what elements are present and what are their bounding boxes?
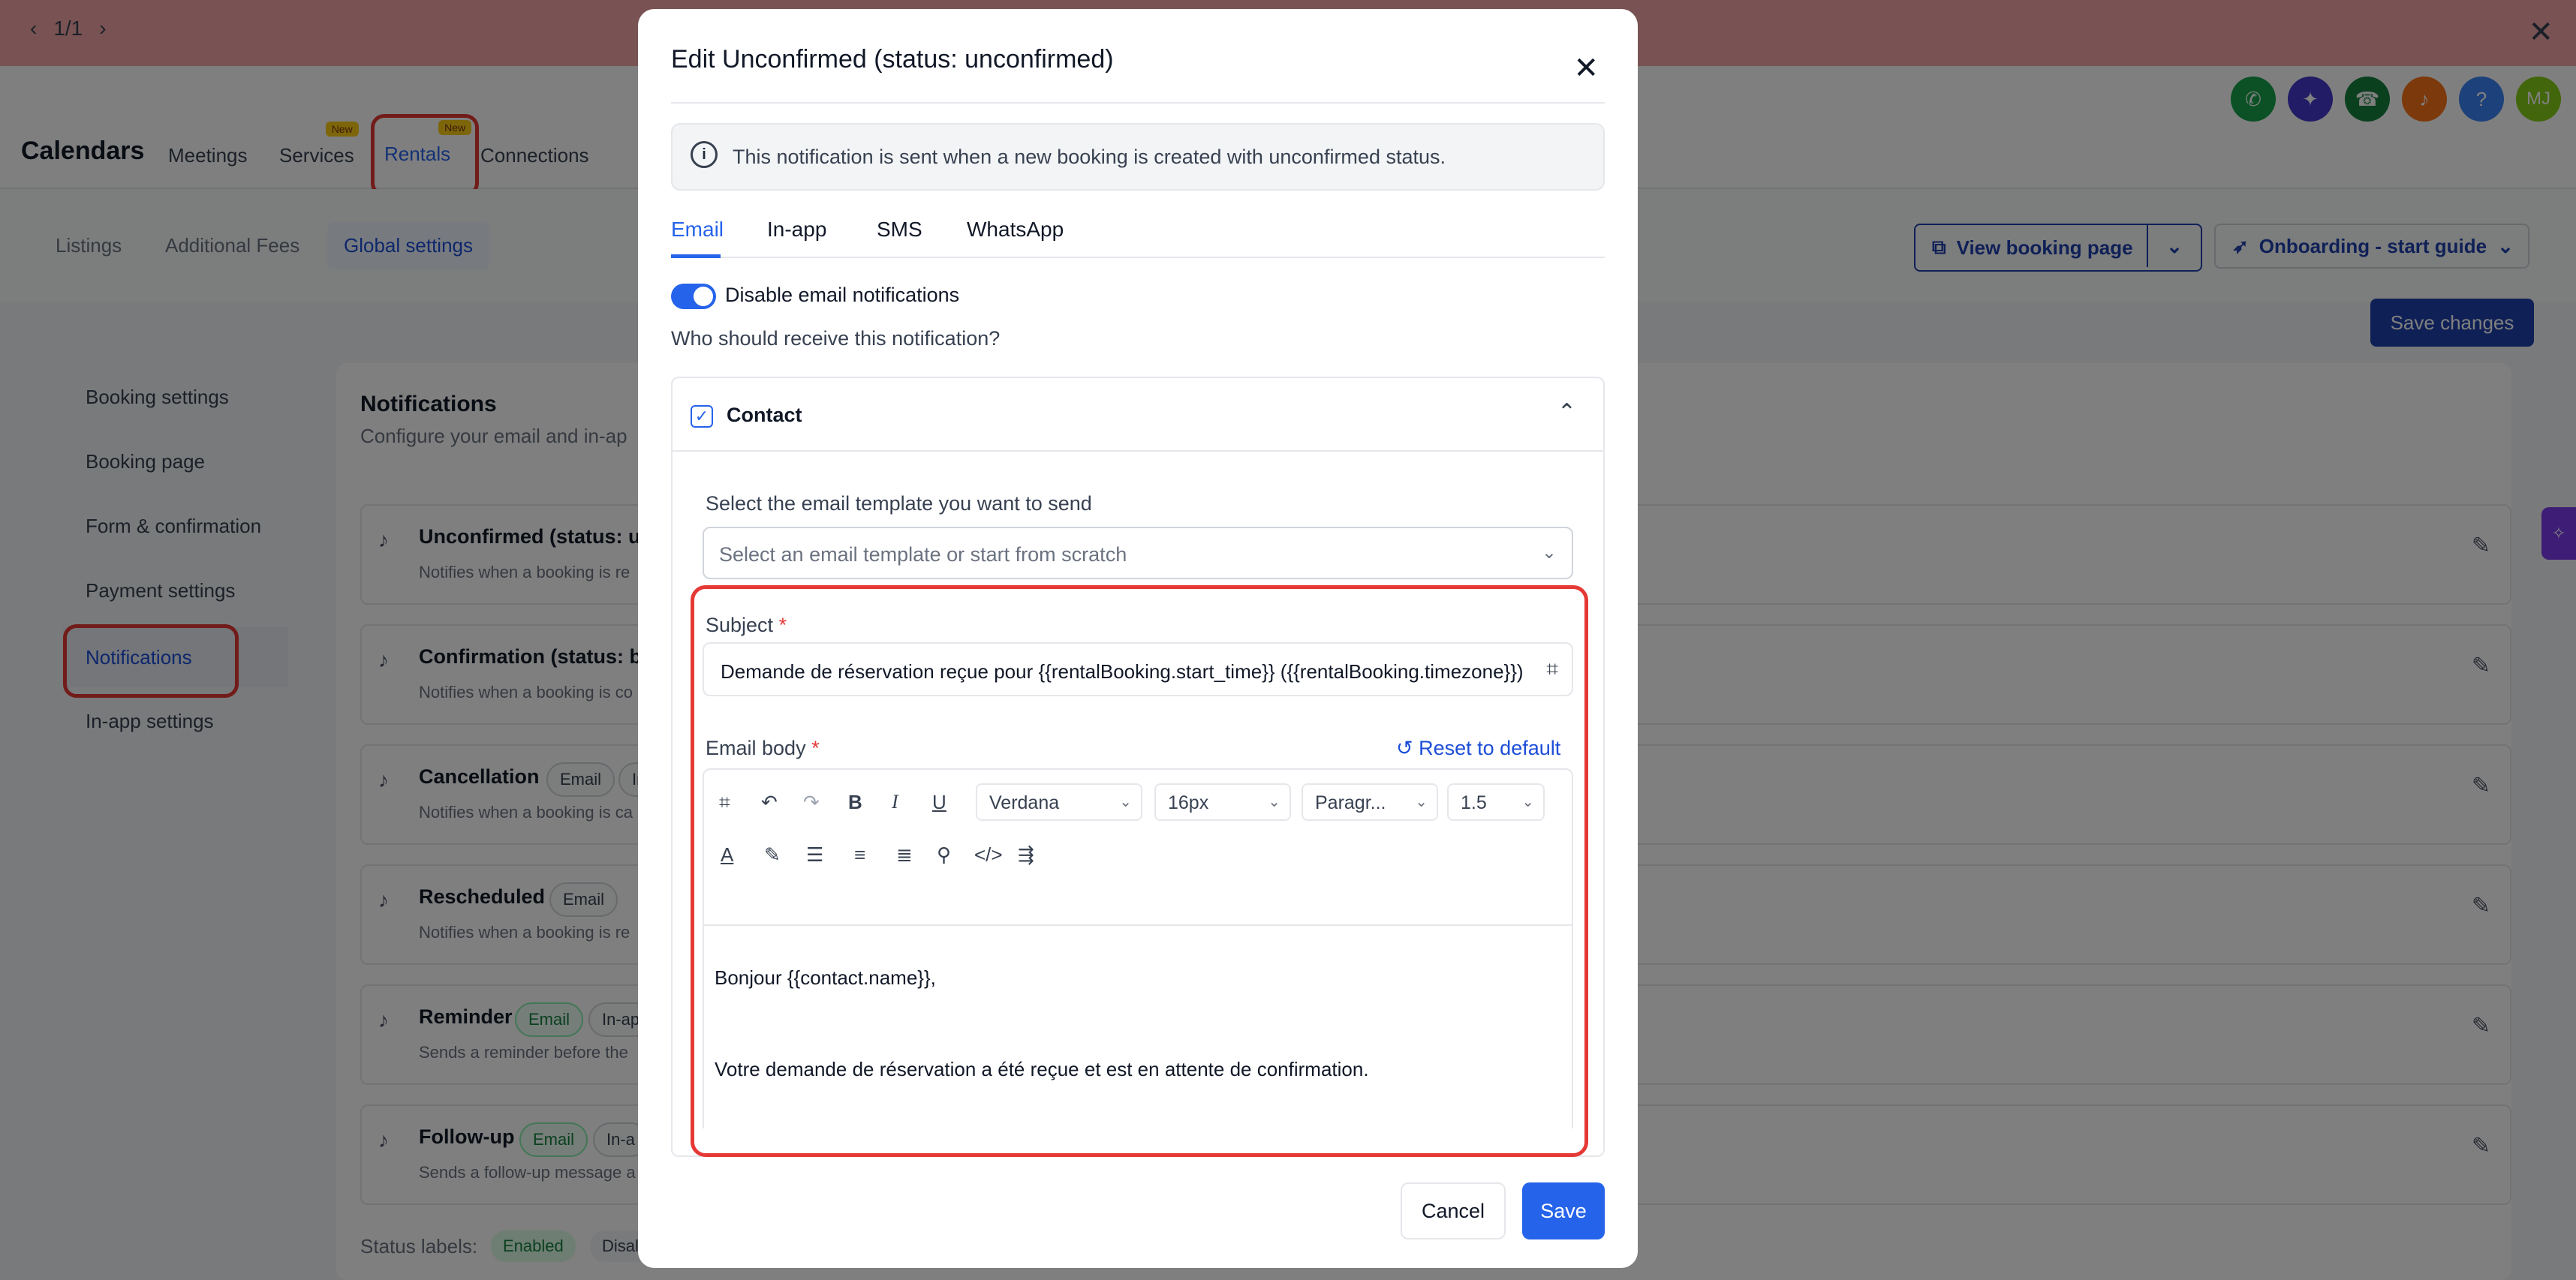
info-banner: i This notification is sent when a new b… [671,123,1605,191]
undo-icon[interactable]: ↶ [761,791,778,814]
reset-icon: ↺ [1396,737,1419,759]
contact-checkbox[interactable]: ✓ [691,405,713,428]
modal-title: Edit Unconfirmed (status: unconfirmed) [671,45,1114,74]
font-family-value: Verdana [989,792,1060,813]
editor-toolbar: ⌗ ↶ ↷ B I U Verdana ⌄ 16px ⌄ Paragr... ⌄ 1.… [704,770,1572,926]
tag-icon[interactable]: ⌗ [1546,657,1558,682]
italic-icon[interactable]: I [892,791,898,813]
disable-email-toggle[interactable] [671,284,716,309]
chevron-down-icon: ⌄ [1268,794,1280,810]
line-height-value: 1.5 [1461,792,1487,813]
reset-to-default-link[interactable]: ↺ Reset to default [1396,737,1560,760]
chevron-down-icon: ⌄ [1119,794,1132,810]
body-label: Email body * [706,737,820,760]
active-tab-indicator [671,254,721,258]
chevron-down-icon: ⌄ [1541,542,1557,563]
body-line: Votre demande de réservation a été reçue… [715,1058,1369,1080]
subject-value: Demande de réservation reçue pour {{rent… [721,660,1524,683]
tag-icon[interactable]: ⌗ [719,791,730,815]
close-icon[interactable]: ✕ [1573,51,1599,86]
bold-icon[interactable]: B [848,791,862,814]
chevron-down-icon: ⌄ [1521,794,1534,810]
bullet-list-icon[interactable]: ☰ [806,843,823,867]
highlight-color-icon[interactable]: ✎ [764,843,781,867]
toggle-knob [694,287,713,306]
tab-email[interactable]: Email [671,218,724,242]
subject-label: Subject * [706,614,787,637]
numbered-list-icon[interactable]: ≡ [854,843,865,867]
template-select[interactable]: Select an email template or start from s… [703,527,1573,579]
block-format-value: Paragr... [1315,792,1386,813]
reset-label: Reset to default [1419,737,1561,759]
text-color-icon[interactable]: A [721,843,733,867]
subject-label-text: Subject [706,614,774,636]
info-icon: i [691,141,718,168]
email-body-editor[interactable]: ⌗ ↶ ↷ B I U Verdana ⌄ 16px ⌄ Paragr... ⌄ 1.… [703,768,1573,1128]
body-line: Bonjour {{contact.name}}, [715,966,936,989]
link-icon[interactable]: ⚲ [937,843,951,867]
clear-format-icon[interactable]: ⇶ [1018,843,1034,867]
font-family-select[interactable]: Verdana ⌄ [976,783,1142,821]
toggle-label: Disable email notifications [725,284,960,306]
tab-whatsapp[interactable]: WhatsApp [967,218,1064,242]
recipient-question: Who should receive this notification? [671,327,1001,350]
accordion-header[interactable]: ✓ Contact ⌃ [673,378,1603,452]
block-format-select[interactable]: Paragr... ⌄ [1302,783,1438,821]
tab-sms[interactable]: SMS [877,218,922,242]
save-button[interactable]: Save [1522,1182,1605,1239]
tab-divider [671,257,1605,258]
cancel-button[interactable]: Cancel [1401,1182,1506,1239]
font-size-value: 16px [1168,792,1209,813]
edit-notification-modal: Edit Unconfirmed (status: unconfirmed) ✕… [638,9,1638,1268]
line-height-select[interactable]: 1.5 ⌄ [1447,783,1545,821]
redo-icon[interactable]: ↷ [803,791,820,814]
font-size-select[interactable]: 16px ⌄ [1154,783,1291,821]
align-icon[interactable]: ≣ [896,843,913,867]
required-marker: * [811,737,820,759]
code-icon[interactable]: </> [974,843,1003,867]
body-label-text: Email body [706,737,806,759]
tab-in-app[interactable]: In-app [767,218,826,242]
chevron-down-icon: ⌄ [1415,794,1428,810]
divider [671,102,1605,104]
underline-icon[interactable]: U [932,791,946,814]
subject-input[interactable]: Demande de réservation reçue pour {{rent… [703,642,1573,696]
chevron-up-icon[interactable]: ⌃ [1557,399,1576,425]
template-label: Select the email template you want to se… [706,492,1092,515]
info-text: This notification is sent when a new boo… [733,146,1446,168]
required-marker: * [778,614,787,636]
template-placeholder: Select an email template or start from s… [719,543,1127,566]
recipient-label: Contact [727,404,802,426]
